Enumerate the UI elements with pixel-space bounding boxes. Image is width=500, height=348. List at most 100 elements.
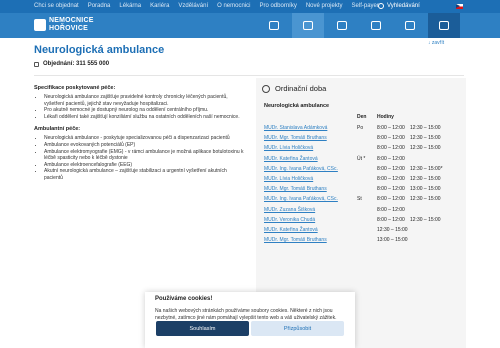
doctor-cell: MUDr. Stanislava Adámková	[264, 123, 357, 133]
top-nav-item[interactable]: Self-payer	[352, 3, 379, 9]
top-nav-item[interactable]: Poradna	[88, 3, 111, 9]
table-row: MUDr. Kateřina Žantová Út * 8:00 – 12:00	[264, 154, 450, 164]
doctor-link[interactable]: MUDr. Mgr. Tomáš Bruthans	[264, 135, 327, 141]
doctor-link[interactable]: MUDr. Kateřina Žantová	[264, 156, 318, 162]
customize-cookies-button[interactable]: Přizpůsobit	[251, 321, 344, 336]
section-title: Ambulantní péče:	[34, 126, 81, 133]
hours2-cell	[410, 154, 450, 164]
doctor-cell: MUDr. Lívia Holičková	[264, 143, 357, 153]
day-cell	[357, 225, 377, 235]
hours2-cell: 12:30 – 15:00	[410, 196, 441, 203]
header-nav-5[interactable]	[394, 13, 426, 38]
list-item: Ambulance elektromyografie (EMG) - v rám…	[44, 149, 244, 162]
day-cell: St	[357, 196, 362, 203]
table-row: MUDr. Mgr. Tomáš Bruthans 8:00 – 12:00 13:…	[264, 184, 450, 194]
table-row: MUDr. Mgr. Tomáš Bruthans 13:00 – 15:00	[264, 235, 450, 245]
hours-cell: 8:00 – 12:00	[377, 145, 405, 152]
list-item: Neurologická ambulance - poskytuje speci…	[44, 135, 244, 142]
accept-cookies-button[interactable]: Souhlasím	[156, 321, 249, 336]
top-nav: Chci se objednat Poradna Lékárna Kariéra Vzd…	[34, 3, 388, 9]
top-nav-item[interactable]: O nemocnici	[217, 3, 250, 9]
col-day: Den	[357, 114, 367, 120]
phone-icon	[439, 21, 449, 30]
doctor-link[interactable]: MUDr. Ing. Ivana Paťáková, CSc.	[264, 196, 338, 202]
day-cell: Út *	[357, 155, 366, 162]
order-text: Objednání: 311 555 000	[43, 61, 110, 67]
header-nav-3[interactable]	[326, 13, 358, 38]
hours2-cell	[410, 235, 450, 245]
hours-cell: 13:00 – 15:00	[377, 237, 408, 244]
doctor-link[interactable]: MUDr. Mgr. Tomáš Bruthans	[264, 237, 327, 243]
doctor-link[interactable]: MUDr. Kateřina Žantová	[264, 227, 318, 233]
office-hours-table: Den Hodiny MUDr. Stanislava Adámková Po 8:…	[264, 114, 450, 245]
search-link[interactable]: Vyhledávání	[378, 3, 420, 9]
day-cell	[357, 143, 377, 153]
top-nav-item[interactable]: Kariéra	[150, 3, 169, 9]
doctor-cell: MUDr. Zuzana Šišková	[264, 205, 357, 215]
doctor-link[interactable]: MUDr. Stanislava Adámková	[264, 125, 327, 131]
office-hours-heading: Ordinační doba	[262, 84, 326, 93]
hours2-cell: 12:30 – 15:00	[410, 145, 441, 152]
day-cell	[357, 133, 377, 143]
building-icon	[337, 21, 347, 30]
close-link[interactable]: ↓ zavřít	[428, 40, 444, 46]
day-cell	[357, 205, 377, 215]
care-description: Specifikace poskytované péče: Neurologick…	[34, 85, 244, 188]
table-row: MUDr. Mgr. Tomáš Bruthans 8:00 – 12:00 12:…	[264, 133, 450, 143]
language-flag-icon[interactable]	[456, 4, 463, 9]
day-cell	[357, 215, 377, 225]
logo-line2: HOŘOVICE	[49, 25, 88, 32]
office-hours-subheading: Neurologická ambulance	[264, 103, 330, 109]
doctor-link[interactable]: MUDr. Mgr. Tomáš Bruthans	[264, 186, 327, 192]
col-doctor	[264, 114, 357, 123]
hours2-cell: 13:00 – 15:00	[410, 186, 441, 193]
list-item: Pro akutně nemocné je dostupný neurolog …	[44, 107, 244, 114]
header-nav-1[interactable]	[258, 13, 290, 38]
table-row: MUDr. Veronika Chudá 8:00 – 12:00 12:30 – …	[264, 215, 450, 225]
doctor-cell: MUDr. Mgr. Tomáš Bruthans	[264, 133, 357, 143]
hours2-cell: 12:30 – 15:00	[410, 135, 441, 142]
table-row: MUDr. Zuzana Šišková 8:00 – 12:00	[264, 205, 450, 215]
search-label: Vyhledávání	[387, 3, 420, 9]
hours-cell: 8:00 – 12:00	[377, 155, 405, 162]
doctor-link[interactable]: MUDr. Zuzana Šišková	[264, 207, 315, 213]
header-nav-phone[interactable]	[428, 13, 460, 38]
top-nav-item[interactable]: Nové projekty	[306, 3, 343, 9]
search-icon	[378, 3, 384, 9]
hours2-cell	[410, 205, 450, 215]
header-nav-2[interactable]	[292, 13, 324, 38]
hours-cell: 8:00 – 12:00	[377, 186, 405, 193]
doctor-link[interactable]: MUDr. Lívia Holičková	[264, 176, 313, 182]
table-header-row: Den Hodiny	[264, 114, 450, 123]
doctor-cell: MUDr. Kateřina Žantová	[264, 154, 357, 164]
user-icon	[371, 21, 381, 30]
doctor-link[interactable]: MUDr. Lívia Holičková	[264, 145, 313, 151]
hours-cell: 8:00 – 12:00	[377, 125, 405, 132]
top-nav-item[interactable]: Vzdělávání	[178, 3, 208, 9]
phone-icon	[34, 61, 39, 67]
top-nav-item[interactable]: Chci se objednat	[34, 3, 79, 9]
hours-cell: 12:30 – 15:00	[377, 226, 408, 233]
doctor-link[interactable]: MUDr. Ing. Ivana Paťáková, CSc.	[264, 166, 338, 172]
header-nav-4[interactable]	[360, 13, 392, 38]
day-cell	[357, 184, 377, 194]
hours-cell: 8:00 – 12:00	[377, 206, 405, 213]
top-nav-item[interactable]: Pro odborníky	[259, 3, 296, 9]
briefcase-icon	[405, 21, 415, 30]
hours-cell: 8:00 – 12:00	[377, 165, 405, 172]
logo[interactable]: NEMOCNICE HOŘOVICE	[34, 15, 96, 37]
col-hours2	[410, 114, 450, 123]
list-item: Neurologická ambulance zajišťuje pravide…	[44, 94, 244, 107]
list-item: Akutní neurologická ambulance – zajišťuj…	[44, 168, 244, 181]
order-phone: Objednání: 311 555 000	[34, 61, 109, 67]
doctor-icon	[303, 21, 313, 30]
doctor-cell: MUDr. Mgr. Tomáš Bruthans	[264, 184, 357, 194]
hours-cell: 8:00 – 12:00	[377, 196, 405, 203]
doctor-cell: MUDr. Kateřina Žantová	[264, 225, 357, 235]
hours-cell: 8:00 – 12:00	[377, 176, 405, 183]
top-nav-item[interactable]: Lékárna	[119, 3, 141, 9]
table-row: MUDr. Ing. Ivana Paťáková, CSc. St 8:00 – …	[264, 194, 450, 204]
page-title: Neurologická ambulance	[34, 44, 165, 56]
doctor-link[interactable]: MUDr. Veronika Chudá	[264, 217, 315, 223]
doctor-cell: MUDr. Ing. Ivana Paťáková, CSc.	[264, 194, 357, 204]
